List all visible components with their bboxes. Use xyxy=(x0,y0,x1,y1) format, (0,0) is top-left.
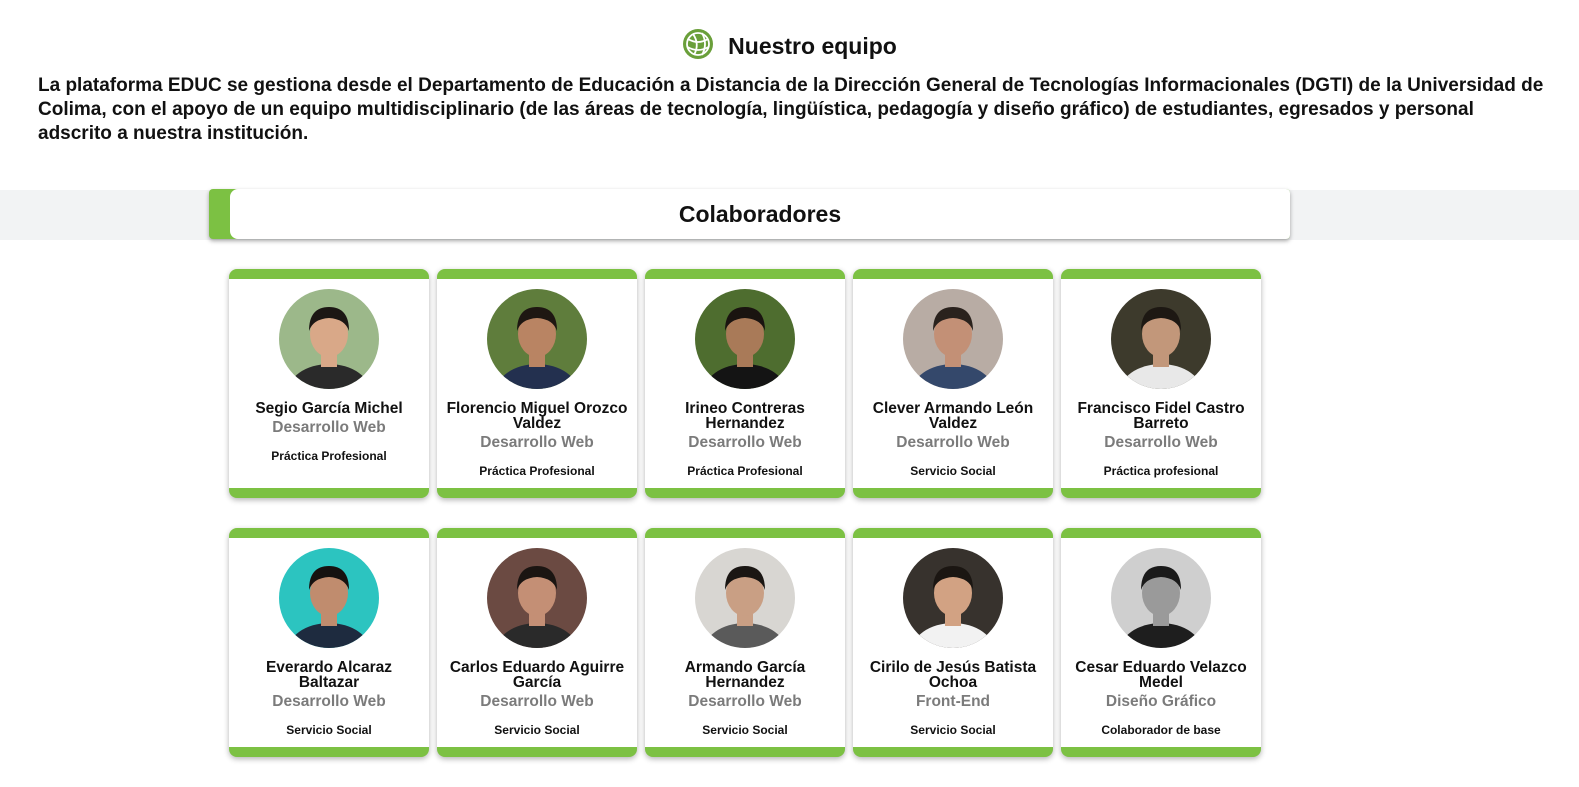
member-name: Irineo Contreras Hernandez xyxy=(685,400,805,432)
member-role: Desarrollo Web xyxy=(896,434,1010,451)
member-role: Front-End xyxy=(915,693,991,710)
collaborators-grid: Segio García Michel Desarrollo Web Práctic… xyxy=(229,269,1269,787)
cards-row: Everardo Alcaraz Baltazar Desarrollo Web S… xyxy=(229,528,1269,757)
member-name: Florencio Miguel Orozco Valdez xyxy=(446,400,628,432)
member-photo xyxy=(279,548,379,648)
member-role: Desarrollo Web xyxy=(688,434,802,451)
member-type: Servicio Social xyxy=(910,723,996,737)
member-photo xyxy=(903,289,1003,389)
member-role: Desarrollo Web xyxy=(688,693,802,710)
member-card: Irineo Contreras Hernandez Desarrollo Web… xyxy=(645,269,845,498)
member-card: Cirilo de Jesús Batista Ochoa Front-End Se… xyxy=(853,528,1053,757)
member-type: Práctica Profesional xyxy=(271,449,387,463)
section-header-inner: Colaboradores xyxy=(230,189,1290,239)
member-name: Cirilo de Jesús Batista Ochoa xyxy=(869,659,1037,691)
member-type: Práctica Profesional xyxy=(687,464,803,478)
member-role: Diseño Gráfico xyxy=(1105,693,1217,710)
member-photo xyxy=(487,548,587,648)
member-role: Desarrollo Web xyxy=(480,434,594,451)
member-name: Segio García Michel xyxy=(255,400,403,417)
member-card: Clever Armando León Valdez Desarrollo Web… xyxy=(853,269,1053,498)
member-name: Armando García Hernandez xyxy=(684,659,806,691)
member-name: Cesar Eduardo Velazco Medel xyxy=(1075,659,1247,691)
member-name: Francisco Fidel Castro Barreto xyxy=(1077,400,1245,432)
member-photo xyxy=(903,548,1003,648)
member-card: Florencio Miguel Orozco Valdez Desarrollo… xyxy=(437,269,637,498)
member-photo xyxy=(487,289,587,389)
page-header: Nuestro equipo xyxy=(0,28,1579,65)
member-card: Carlos Eduardo Aguirre García Desarrollo … xyxy=(437,528,637,757)
member-role: Desarrollo Web xyxy=(1104,434,1218,451)
member-card: Segio García Michel Desarrollo Web Práctic… xyxy=(229,269,429,498)
member-photo xyxy=(1111,289,1211,389)
member-type: Servicio Social xyxy=(494,723,580,737)
member-name: Clever Armando León Valdez xyxy=(872,400,1034,432)
member-card: Armando García Hernandez Desarrollo Web Se… xyxy=(645,528,845,757)
member-type: Servicio Social xyxy=(910,464,996,478)
member-card: Cesar Eduardo Velazco Medel Diseño Gráfic… xyxy=(1061,528,1261,757)
member-role: Desarrollo Web xyxy=(272,419,386,436)
globe-icon xyxy=(682,28,714,65)
member-role: Desarrollo Web xyxy=(480,693,594,710)
member-role: Desarrollo Web xyxy=(272,693,386,710)
intro-paragraph: La plataforma EDUC se gestiona desde el … xyxy=(38,75,1544,144)
member-photo xyxy=(695,289,795,389)
section-title: Colaboradores xyxy=(678,200,842,227)
member-photo xyxy=(279,289,379,389)
member-type: Servicio Social xyxy=(702,723,788,737)
member-photo xyxy=(1111,548,1211,648)
page-title: Nuestro equipo xyxy=(728,33,897,59)
section-header: Colaboradores xyxy=(209,189,1290,239)
member-type: Colaborador de base xyxy=(1101,723,1221,737)
cards-row: Segio García Michel Desarrollo Web Práctic… xyxy=(229,269,1269,498)
member-type: Práctica profesional xyxy=(1103,464,1219,478)
member-name: Everardo Alcaraz Baltazar xyxy=(265,659,393,691)
member-card: Francisco Fidel Castro Barreto Desarrollo… xyxy=(1061,269,1261,498)
member-type: Práctica Profesional xyxy=(479,464,595,478)
member-photo xyxy=(695,548,795,648)
member-type: Servicio Social xyxy=(286,723,372,737)
member-card: Everardo Alcaraz Baltazar Desarrollo Web S… xyxy=(229,528,429,757)
member-name: Carlos Eduardo Aguirre García xyxy=(449,659,625,691)
